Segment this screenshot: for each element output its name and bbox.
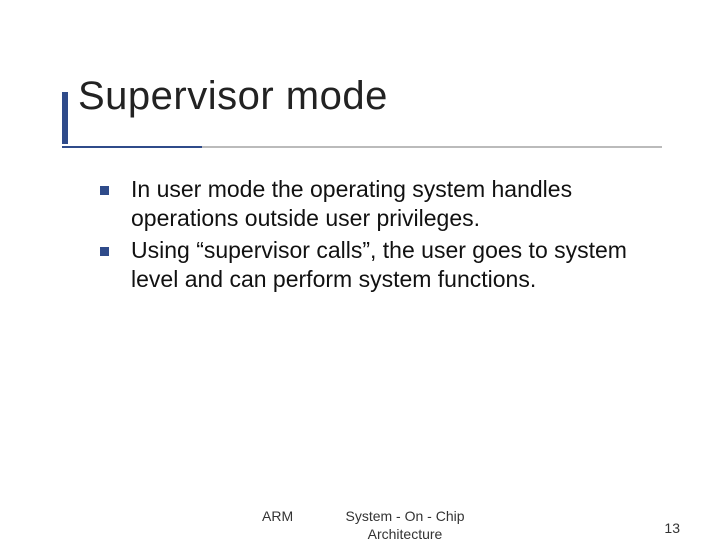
slide-title: Supervisor mode [78,74,720,119]
bullet-text: In user mode the operating system handle… [131,175,660,234]
title-area: Supervisor mode [0,0,720,129]
footer-center-label: System - On - Chip Architecture [320,508,490,540]
square-bullet-icon [100,247,109,256]
list-item: In user mode the operating system handle… [100,175,660,234]
title-underline [62,146,662,148]
list-item: Using “supervisor calls”, the user goes … [100,236,660,295]
content-area: In user mode the operating system handle… [100,175,660,297]
square-bullet-icon [100,186,109,195]
bullet-text: Using “supervisor calls”, the user goes … [131,236,660,295]
page-number: 13 [664,520,680,536]
footer-left-label: ARM [262,508,293,524]
title-accent-bar [62,92,68,144]
slide: Supervisor mode In user mode the operati… [0,0,720,540]
